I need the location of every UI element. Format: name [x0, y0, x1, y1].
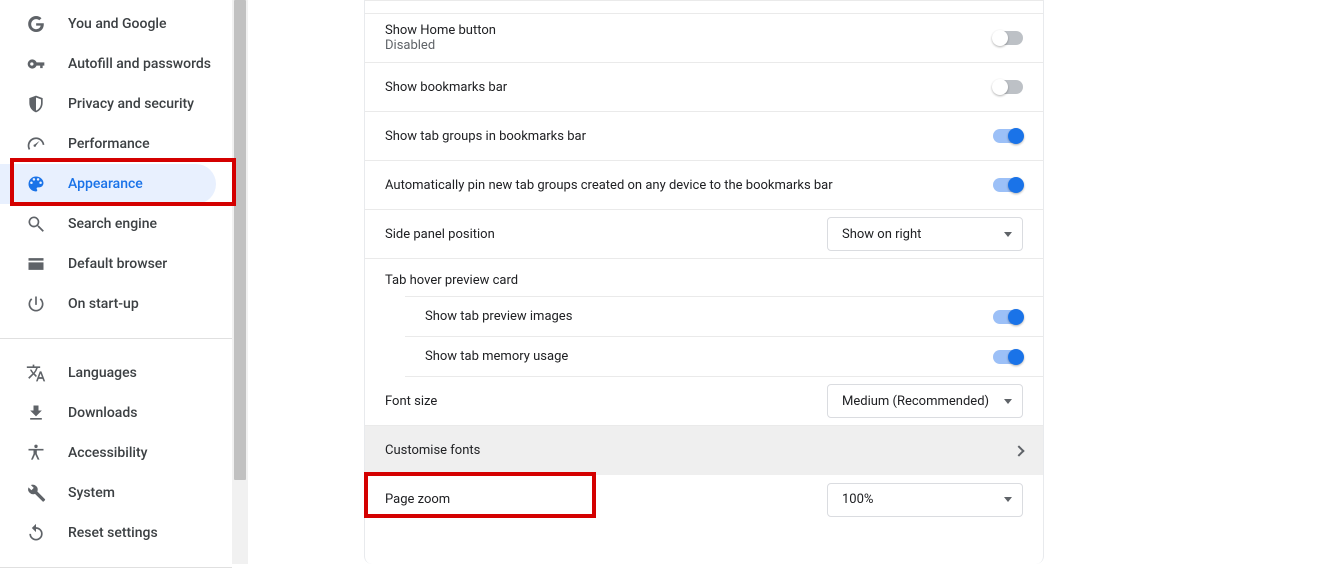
- setting-title: Show Home button: [385, 23, 496, 38]
- setting-title: Show tab groups in bookmarks bar: [385, 129, 586, 144]
- sidebar-item-label: Search engine: [68, 216, 157, 232]
- reset-icon: [26, 523, 46, 543]
- setting-hover-card-header: Tab hover preview card: [365, 259, 1043, 296]
- sidebar-item-label: Autofill and passwords: [68, 56, 211, 72]
- setting-home-button: Show Home button Disabled: [365, 14, 1043, 63]
- setting-bookmarks-bar: Show bookmarks bar: [365, 63, 1043, 112]
- setting-title: Show tab memory usage: [425, 349, 568, 364]
- setting-title: Show bookmarks bar: [385, 80, 507, 95]
- sidebar-item-languages[interactable]: Languages: [0, 353, 232, 393]
- browser-icon: [26, 254, 46, 274]
- speed-icon: [26, 134, 46, 154]
- sidebar-item-on-startup[interactable]: On start-up: [0, 284, 232, 324]
- caret-down-icon: [1004, 497, 1012, 502]
- settings-sidebar: You and Google Autofill and passwords Pr…: [0, 0, 232, 564]
- sidebar-item-label: Reset settings: [68, 525, 158, 541]
- select-value: Medium (Recommended): [842, 394, 989, 409]
- wrench-icon: [26, 483, 46, 503]
- setting-preview-images: Show tab preview images: [405, 296, 1043, 336]
- shield-icon: [26, 94, 46, 114]
- toggle-auto-pin[interactable]: [993, 178, 1023, 192]
- setting-font-size: Font size Medium (Recommended): [365, 377, 1043, 426]
- power-icon: [26, 294, 46, 314]
- sidebar-item-label: Privacy and security: [68, 96, 194, 112]
- sidebar-item-performance[interactable]: Performance: [0, 124, 232, 164]
- sidebar-item-privacy[interactable]: Privacy and security: [0, 84, 232, 124]
- setting-page-zoom: Page zoom 100%: [365, 475, 1043, 524]
- palette-icon: [26, 174, 46, 194]
- setting-title: Page zoom: [385, 492, 450, 507]
- download-icon: [26, 403, 46, 423]
- setting-customise-fonts[interactable]: Customise fonts: [365, 426, 1043, 475]
- search-icon: [26, 214, 46, 234]
- select-page-zoom[interactable]: 100%: [827, 483, 1023, 517]
- toggle-tab-groups-bookmarks[interactable]: [993, 129, 1023, 143]
- sidebar-item-reset[interactable]: Reset settings: [0, 513, 232, 553]
- sidebar-item-autofill[interactable]: Autofill and passwords: [0, 44, 232, 84]
- sidebar-item-default-browser[interactable]: Default browser: [0, 244, 232, 284]
- caret-down-icon: [1004, 399, 1012, 404]
- appearance-settings-panel: Show Home button Disabled Show bookmarks…: [364, 0, 1044, 564]
- sidebar-item-appearance[interactable]: Appearance: [0, 164, 216, 204]
- sidebar-item-label: System: [68, 485, 115, 501]
- sidebar-item-label: Accessibility: [68, 445, 147, 461]
- panel-top-border: [365, 0, 1043, 14]
- sidebar-item-label: Languages: [68, 365, 137, 381]
- caret-down-icon: [1004, 232, 1012, 237]
- chevron-right-icon: [1013, 445, 1024, 456]
- sidebar-item-label: On start-up: [68, 296, 139, 312]
- setting-title: Font size: [385, 394, 437, 409]
- select-side-panel-position[interactable]: Show on right: [827, 217, 1023, 251]
- sidebar-item-label: Default browser: [68, 256, 167, 272]
- sidebar-item-label: Appearance: [68, 176, 143, 192]
- sidebar-item-system[interactable]: System: [0, 473, 232, 513]
- sidebar-item-label: Performance: [68, 136, 150, 152]
- select-value: 100%: [842, 492, 873, 507]
- toggle-preview-images[interactable]: [993, 310, 1023, 324]
- setting-memory-usage: Show tab memory usage: [405, 336, 1043, 377]
- google-icon: [26, 14, 46, 34]
- setting-side-panel-position: Side panel position Show on right: [365, 210, 1043, 259]
- scroll-thumb[interactable]: [234, 0, 246, 480]
- sidebar-divider: [0, 338, 232, 339]
- toggle-home-button[interactable]: [993, 31, 1023, 45]
- sidebar-item-label: Downloads: [68, 405, 137, 421]
- language-icon: [26, 363, 46, 383]
- sidebar-item-label: You and Google: [68, 16, 166, 32]
- sidebar-item-you-and-google[interactable]: You and Google: [0, 4, 232, 44]
- select-value: Show on right: [842, 227, 921, 242]
- select-font-size[interactable]: Medium (Recommended): [827, 384, 1023, 418]
- setting-subtitle: Disabled: [385, 38, 496, 53]
- setting-title: Customise fonts: [385, 443, 480, 458]
- toggle-memory-usage[interactable]: [993, 350, 1023, 364]
- sidebar-item-accessibility[interactable]: Accessibility: [0, 433, 232, 473]
- sidebar-item-downloads[interactable]: Downloads: [0, 393, 232, 433]
- setting-title: Automatically pin new tab groups created…: [385, 178, 833, 193]
- key-icon: [26, 54, 46, 74]
- accessibility-icon: [26, 443, 46, 463]
- sidebar-item-search-engine[interactable]: Search engine: [0, 204, 232, 244]
- setting-title: Side panel position: [385, 227, 495, 242]
- setting-title: Show tab preview images: [425, 309, 572, 324]
- sidebar-scrollbar[interactable]: [232, 0, 248, 564]
- toggle-bookmarks-bar[interactable]: [993, 80, 1023, 94]
- setting-tab-groups-bookmarks: Show tab groups in bookmarks bar: [365, 112, 1043, 161]
- setting-auto-pin-tab-groups: Automatically pin new tab groups created…: [365, 161, 1043, 210]
